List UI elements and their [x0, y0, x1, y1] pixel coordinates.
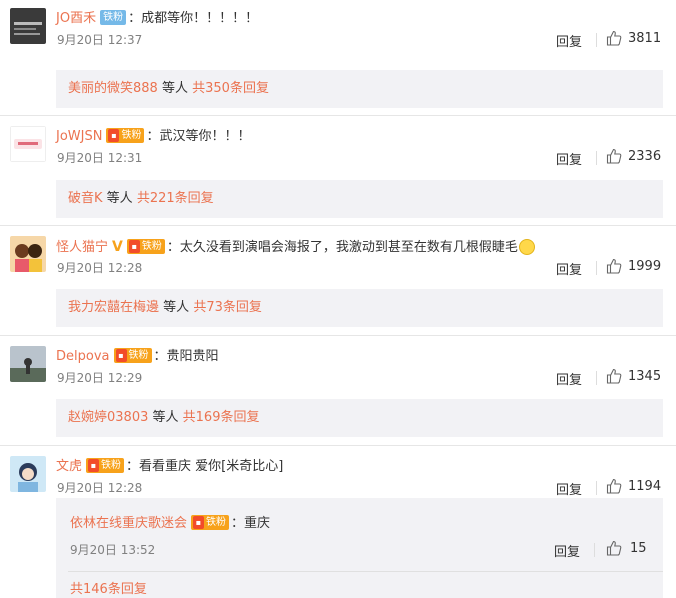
comment-text: 武汉等你！！！: [159, 129, 251, 144]
divider: [0, 335, 676, 336]
fan-level-icon: ▪: [88, 459, 100, 472]
comment-item: 怪人猫宁 V ▪ 铁粉 ：太久没看到演唱会海报了，我激动到甚至在数有几根假睫毛 9月20…: [0, 228, 676, 338]
comment-text: 看看重庆 爱你[米奇比心]: [139, 459, 284, 474]
like-button[interactable]: 1194: [606, 477, 661, 497]
fan-badge[interactable]: ▪ 铁粉: [86, 458, 125, 473]
comment-item: Delpova ▪ 铁粉 ：贵阳贵阳 9月20日 12:29 回复 1345 赵婉婷0…: [0, 338, 676, 448]
thumbs-up-icon: [606, 540, 622, 556]
comment-header: JO酉禾 铁粉 ：成都等你！！！！！: [56, 10, 259, 26]
divider: [0, 115, 676, 116]
replier-link[interactable]: 赵婉婷03803: [68, 410, 148, 425]
like-count: 1999: [628, 259, 662, 274]
divider: [596, 371, 597, 385]
reply-button[interactable]: 回复: [556, 259, 582, 278]
username-link[interactable]: JO酉禾: [56, 11, 96, 26]
like-button[interactable]: 15: [606, 539, 647, 559]
divider: [0, 445, 676, 446]
like-button[interactable]: 1345: [606, 367, 661, 387]
divider: [596, 261, 597, 275]
reply-button[interactable]: 回复: [556, 149, 582, 168]
thumbs-up-icon: [606, 30, 622, 46]
thumbs-up-icon: [606, 148, 622, 164]
reply-button[interactable]: 回复: [556, 479, 582, 498]
comment-text: 成都等你！！！！！: [141, 11, 259, 26]
fan-level-icon: ▪: [115, 349, 127, 362]
like-count: 3811: [628, 31, 662, 46]
reply-button[interactable]: 回复: [556, 31, 582, 50]
divider: [68, 571, 663, 572]
replier-link[interactable]: 美丽的微笑888: [68, 81, 158, 96]
fan-level-icon: ▪: [128, 240, 140, 253]
comment-header: JoWJSN ▪ 铁粉 ：武汉等你！！！: [56, 128, 251, 144]
comment-text: 贵阳贵阳: [166, 349, 219, 364]
thumbs-up-icon: [606, 258, 622, 274]
crying-emoji-icon: [518, 238, 535, 255]
username-link[interactable]: 怪人猫宁: [56, 240, 108, 255]
fan-badge[interactable]: ▪ 铁粉: [191, 515, 230, 530]
fan-badge[interactable]: ▪ 铁粉: [126, 239, 165, 254]
reply-summary[interactable]: 赵婉婷03803 等人 共169条回复: [56, 399, 663, 437]
reply-count-link[interactable]: 共221条回复: [137, 191, 214, 206]
reply-button[interactable]: 回复: [554, 541, 580, 560]
avatar[interactable]: [10, 126, 46, 162]
like-count: 15: [630, 541, 647, 556]
divider: [596, 33, 597, 47]
like-count: 1194: [628, 479, 662, 494]
reply-summary[interactable]: 破音K 等人 共221条回复: [56, 180, 663, 218]
all-replies-link[interactable]: 共146条回复: [70, 578, 147, 597]
comment-header: 文虎 ▪ 铁粉 ：看看重庆 爱你[米奇比心]: [56, 458, 284, 474]
like-button[interactable]: 3811: [606, 29, 661, 49]
comment-time: 9月20日 12:28: [57, 481, 143, 495]
username-link[interactable]: 文虎: [56, 459, 82, 474]
reply-text: 重庆: [244, 516, 271, 531]
reply-button[interactable]: 回复: [556, 369, 582, 388]
comment-text: 太久没看到演唱会海报了，我激动到甚至在数有几根假睫毛: [179, 240, 518, 255]
comment-time: 9月20日 12:29: [57, 371, 143, 385]
comment-time: 9月20日 12:31: [57, 151, 143, 165]
divider: [596, 151, 597, 165]
reply-count-link[interactable]: 共169条回复: [183, 410, 260, 425]
username-link[interactable]: Delpova: [56, 349, 110, 364]
avatar[interactable]: [10, 456, 46, 492]
reply-summary[interactable]: 美丽的微笑888 等人 共350条回复: [56, 70, 663, 108]
avatar[interactable]: [10, 8, 46, 44]
replier-link[interactable]: 破音K: [68, 191, 103, 206]
divider: [0, 225, 676, 226]
divider: [594, 543, 595, 557]
reply-time: 9月20日 13:52: [70, 543, 156, 557]
nested-reply-header: 依林在线重庆歌迷会 ▪ 铁粉 ：重庆: [70, 515, 271, 531]
fan-badge[interactable]: ▪ 铁粉: [113, 348, 152, 363]
divider: [596, 481, 597, 495]
fan-badge[interactable]: 铁粉: [100, 10, 127, 25]
avatar[interactable]: [10, 236, 46, 272]
thumbs-up-icon: [606, 368, 622, 384]
reply-count-link[interactable]: 共350条回复: [192, 81, 269, 96]
fan-badge[interactable]: ▪ 铁粉: [106, 128, 145, 143]
reply-count-link[interactable]: 共73条回复: [193, 300, 262, 315]
fan-level-icon: ▪: [193, 516, 205, 529]
comment-time: 9月20日 12:37: [57, 33, 143, 47]
verified-icon: V: [112, 239, 123, 255]
like-count: 1345: [628, 369, 662, 384]
comment-header: Delpova ▪ 铁粉 ：贵阳贵阳: [56, 348, 219, 364]
reply-summary[interactable]: 我力宏囍在梅邊 等人 共73条回复: [56, 289, 663, 327]
comment-time: 9月20日 12:28: [57, 261, 143, 275]
nested-reply-panel: 依林在线重庆歌迷会 ▪ 铁粉 ：重庆 9月20日 13:52 回复 15 共146条回…: [56, 498, 663, 598]
like-count: 2336: [628, 149, 662, 164]
username-link[interactable]: JoWJSN: [56, 129, 102, 144]
comment-item: JoWJSN ▪ 铁粉 ：武汉等你！！！ 9月20日 12:31 回复 2336 破音…: [0, 118, 676, 228]
replier-link[interactable]: 我力宏囍在梅邊: [68, 300, 159, 315]
thumbs-up-icon: [606, 478, 622, 494]
like-button[interactable]: 1999: [606, 257, 661, 277]
comment-item: JO酉禾 铁粉 ：成都等你！！！！！ 9月20日 12:37 回复 3811 美丽的…: [0, 0, 676, 110]
avatar[interactable]: [10, 346, 46, 382]
comment-header: 怪人猫宁 V ▪ 铁粉 ：太久没看到演唱会海报了，我激动到甚至在数有几根假睫毛: [56, 237, 535, 257]
like-button[interactable]: 2336: [606, 147, 661, 167]
fan-level-icon: ▪: [108, 129, 120, 142]
username-link[interactable]: 依林在线重庆歌迷会: [70, 516, 187, 531]
